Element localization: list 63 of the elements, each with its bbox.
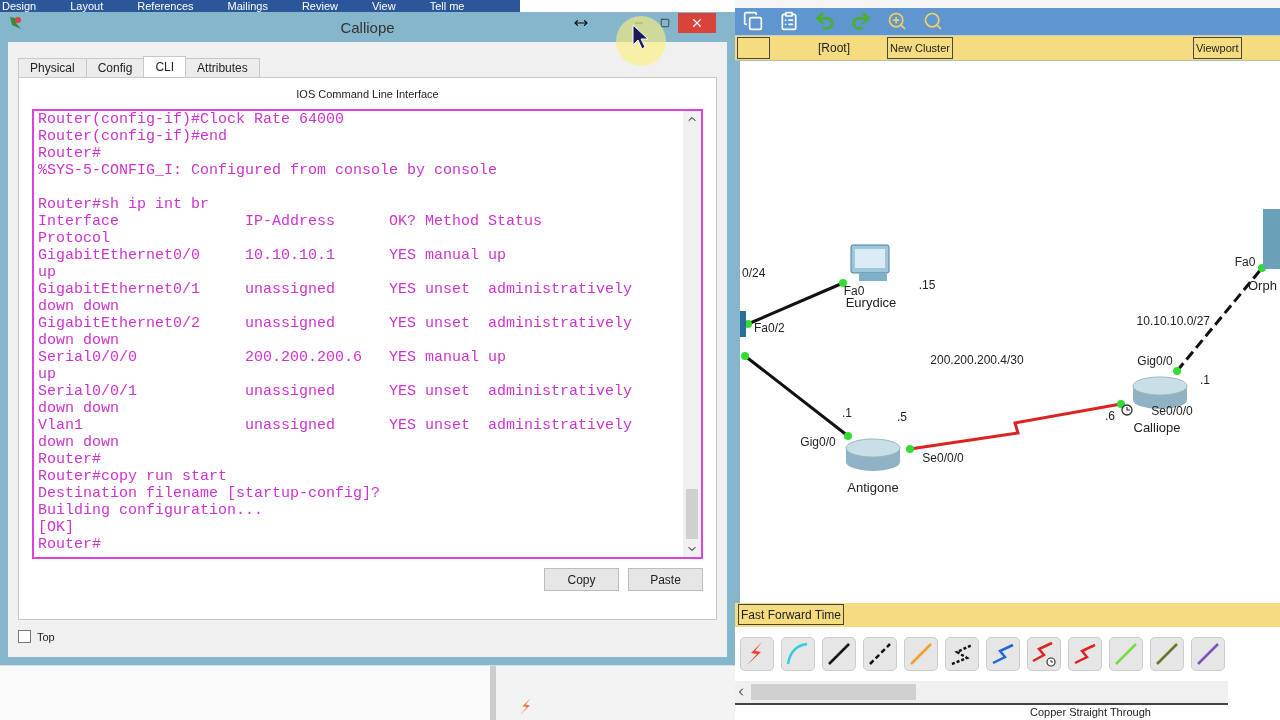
port-label: Gig0/0	[800, 434, 836, 449]
console-line: Router(config-if)#Clock Rate 64000	[38, 111, 346, 128]
console-line: Router#	[38, 145, 102, 162]
ribbon-tab[interactable]: View	[372, 0, 396, 12]
port-label: .6	[1105, 408, 1115, 423]
console-line: up	[38, 366, 57, 383]
port-label: Se0/0/0	[1151, 403, 1193, 418]
console-line: up	[38, 264, 57, 281]
cable-caption: Copper Straight Through	[1029, 705, 1152, 720]
port-label: .1	[1200, 372, 1210, 387]
nav-button[interactable]: Viewport	[1192, 36, 1242, 59]
console-line: Router#sh ip int br	[38, 196, 211, 213]
port-label: .15	[918, 277, 936, 292]
console-line: down down	[38, 332, 120, 349]
ribbon-tab[interactable]: Tell me	[429, 0, 465, 12]
console-line: GigabitEthernet0/1 unassigned YES unset administratively	[38, 281, 634, 298]
ribbon-tab[interactable]: Design	[2, 0, 37, 12]
console-line: Router#	[38, 451, 102, 468]
tab[interactable]: CLI	[143, 56, 187, 77]
device-name: Orph	[1248, 277, 1277, 293]
console-line: %SYS-5-CONFIG_I: Configured from console by console	[38, 162, 499, 179]
ribbon-tab[interactable]: Review	[301, 0, 338, 12]
device-name: Antigone	[847, 479, 899, 495]
console-line: Serial0/0/0 200.200.200.6 YES manual up	[38, 349, 508, 366]
console-line: [OK]	[38, 519, 75, 536]
action-button[interactable]: Copy	[544, 568, 619, 591]
console-line: Building configuration...	[38, 502, 265, 519]
tab[interactable]: Attributes	[185, 58, 260, 77]
console-line: Protocol	[38, 230, 111, 247]
port-label: .1	[842, 405, 852, 420]
port-label: Fa0	[1234, 254, 1256, 269]
port-label: .5	[897, 409, 907, 424]
console-line: Router#	[38, 536, 102, 553]
console-line: GigabitEthernet0/0 10.10.10.1 YES manual up	[38, 247, 508, 264]
console-line: Serial0/0/1 unassigned YES unset administratively	[38, 383, 634, 400]
ribbon-tab[interactable]: References	[137, 0, 194, 12]
ribbon-tab[interactable]: Layout	[70, 0, 104, 12]
ribbon-tab[interactable]: Mailings	[227, 0, 268, 12]
network-label: 200.200.200.4/30	[930, 352, 1024, 367]
port-label: Se0/0/0	[922, 450, 964, 465]
port-label: Fa0/2	[754, 320, 785, 335]
window-title: Calliope	[340, 18, 395, 36]
console-line: down down	[38, 434, 120, 451]
network-label: 0/24	[742, 265, 766, 280]
fast-forward-button[interactable]: Fast Forward Time	[738, 604, 845, 626]
device-name: Calliope	[1133, 419, 1181, 435]
console-line: Router#copy run start	[38, 468, 229, 485]
console-line: GigabitEthernet0/2 unassigned YES unset administratively	[38, 315, 634, 332]
tab[interactable]: Config	[85, 58, 145, 77]
nav-button[interactable]: New Cluster	[887, 36, 953, 59]
action-button[interactable]: Paste	[628, 568, 703, 591]
checkbox-label: Top	[37, 630, 55, 643]
console-line: Destination filename [startup-config]?	[38, 485, 382, 502]
breadcrumb: [Root]	[818, 40, 850, 55]
network-label: 10.10.10.0/27	[1136, 313, 1210, 328]
console-line: Vlan1 unassigned YES unset administratively	[38, 417, 634, 434]
console-line: Router(config-if)#end	[38, 128, 229, 145]
console-line: down down	[38, 298, 120, 315]
console-line: down down	[38, 400, 120, 417]
port-label: Gig0/0	[1137, 353, 1173, 368]
panel-title: IOS Command Line Interface	[295, 86, 440, 102]
tab[interactable]: Physical	[18, 58, 87, 77]
console-line: Interface IP-Address OK? Method Status	[38, 213, 544, 230]
